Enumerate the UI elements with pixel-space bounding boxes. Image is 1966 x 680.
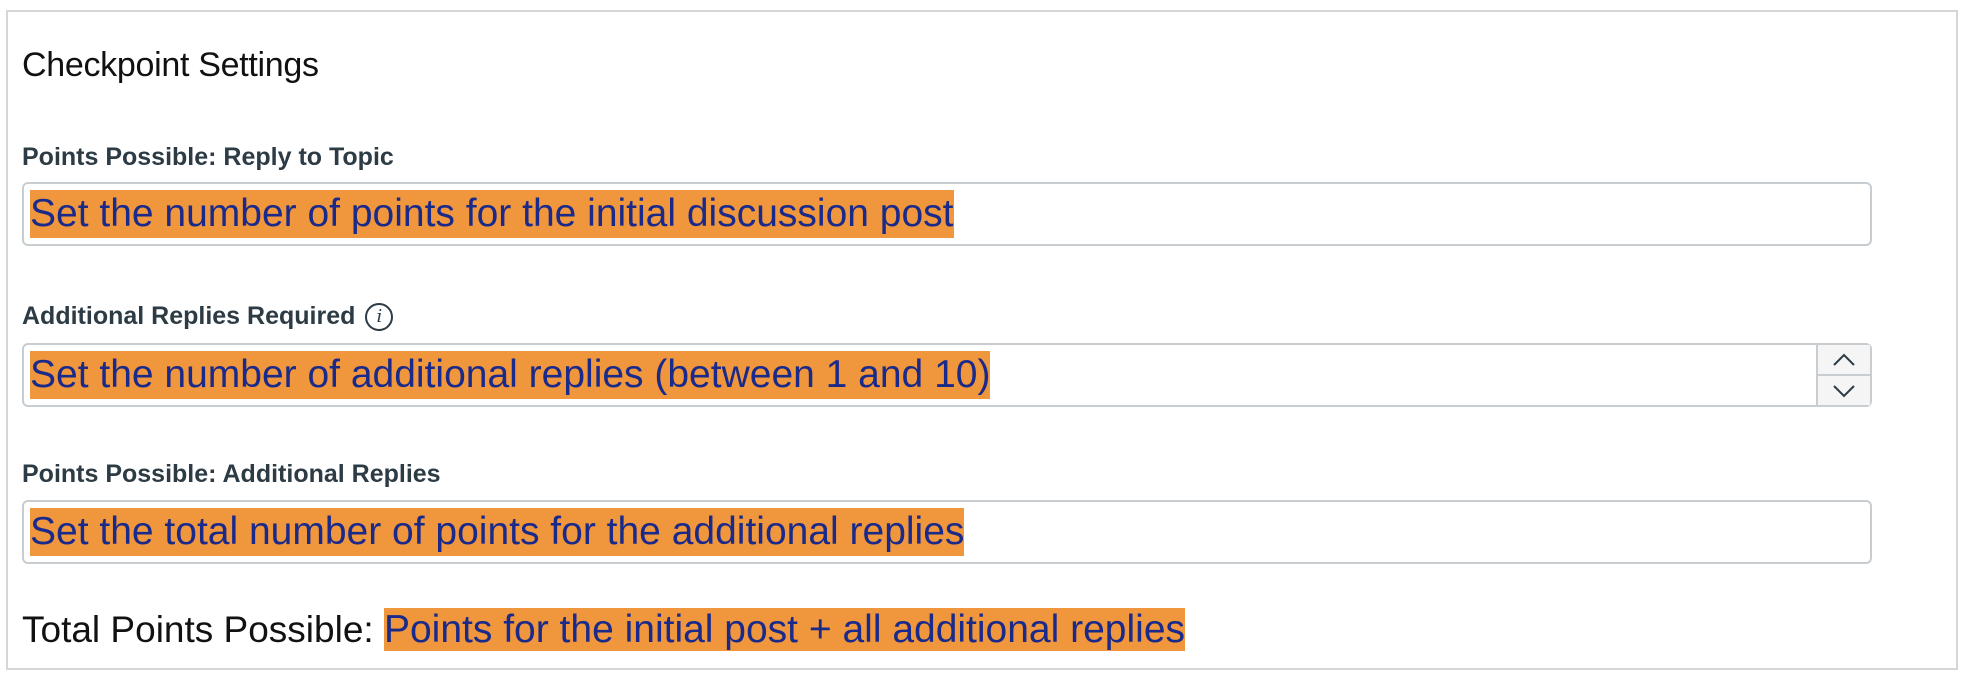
stepper-increment-button[interactable]	[1818, 345, 1870, 376]
info-icon[interactable]: i	[365, 302, 394, 331]
reply-to-topic-value: Set the number of points for the initial…	[30, 190, 954, 238]
additional-replies-points-label-text: Points Possible: Additional Replies	[22, 460, 441, 488]
reply-to-topic-points-input[interactable]: Set the number of points for the initial…	[22, 182, 1872, 246]
additional-replies-required-label: Additional Replies Required i	[22, 302, 394, 331]
total-points-row: Total Points Possible: Points for the in…	[22, 606, 1186, 654]
stepper-decrement-button[interactable]	[1818, 376, 1870, 405]
checkpoint-settings-panel: Checkpoint Settings Points Possible: Rep…	[6, 10, 1958, 670]
additional-replies-required-value: Set the number of additional replies (be…	[30, 351, 991, 399]
replies-stepper	[1816, 345, 1870, 405]
section-title: Checkpoint Settings	[22, 46, 319, 84]
chevron-up-icon	[1833, 353, 1855, 366]
reply-to-topic-label: Points Possible: Reply to Topic	[22, 143, 394, 172]
chevron-down-icon	[1833, 384, 1855, 397]
additional-replies-points-label: Points Possible: Additional Replies	[22, 460, 441, 489]
total-points-value: Points for the initial post + all additi…	[383, 608, 1186, 651]
reply-to-topic-label-text: Points Possible: Reply to Topic	[22, 143, 394, 171]
additional-replies-required-input[interactable]: Set the number of additional replies (be…	[22, 343, 1872, 407]
additional-replies-points-value: Set the total number of points for the a…	[30, 508, 965, 556]
total-points-label: Total Points Possible:	[22, 609, 374, 650]
additional-replies-required-label-text: Additional Replies Required	[22, 302, 356, 330]
additional-replies-points-input[interactable]: Set the total number of points for the a…	[22, 500, 1872, 564]
